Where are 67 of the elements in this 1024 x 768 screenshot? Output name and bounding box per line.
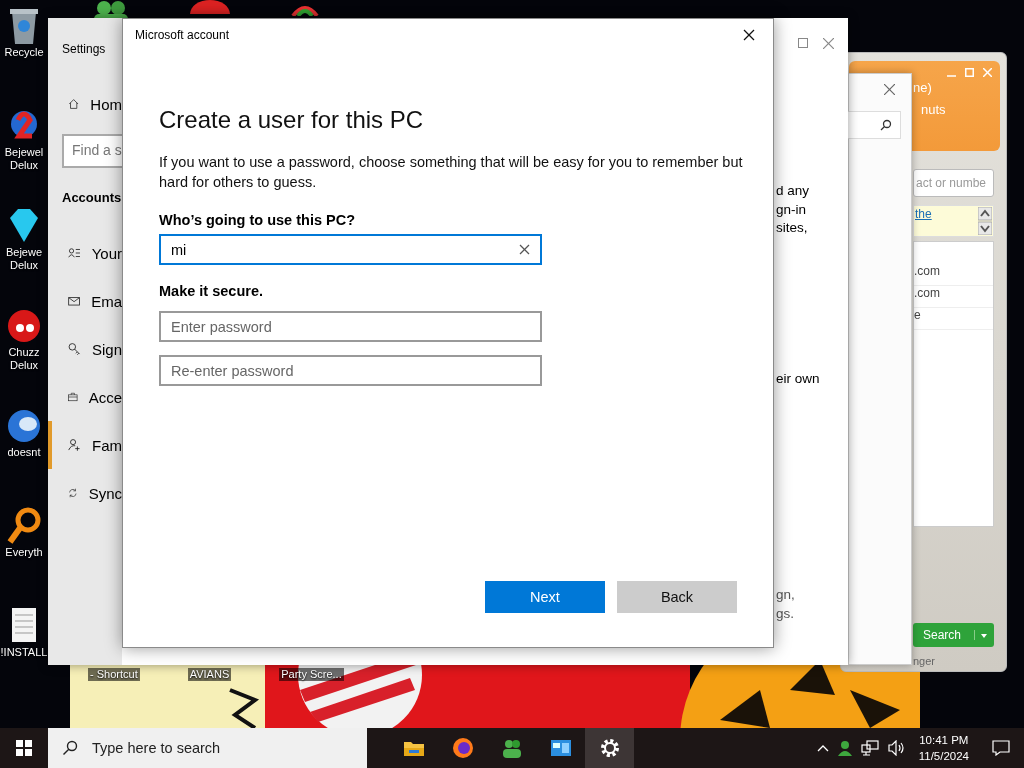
icon-label: Bejewe xyxy=(5,246,43,259)
body-text: gn, xyxy=(776,586,796,604)
field-label: Who’s going to use this PC? xyxy=(159,212,356,228)
body-text: gs. xyxy=(776,604,795,623)
windows-logo-icon[interactable] xyxy=(16,740,32,756)
next-button[interactable]: Next xyxy=(485,581,605,613)
nav-item[interactable]: Hom xyxy=(48,80,122,128)
nav-item[interactable]: Acce xyxy=(48,373,122,421)
dialog-heading: Create a user for this PC xyxy=(159,106,425,134)
nav-item[interactable]: Sign xyxy=(48,325,122,373)
section-heading: Accounts xyxy=(62,190,122,205)
firefox-icon xyxy=(451,737,474,759)
icon-label: Bejewel xyxy=(4,146,44,159)
icon-label: Delux xyxy=(9,359,39,372)
password-field[interactable]: Re-enter password xyxy=(159,355,542,386)
body-text: gn-in xyxy=(776,200,808,219)
icon-label: - Shortcut xyxy=(88,668,140,681)
icon-label: Delux xyxy=(9,259,39,272)
icon-label: Everyth xyxy=(5,546,43,559)
icon-label: Party Scre... xyxy=(279,668,344,681)
magnifier-icon[interactable] xyxy=(6,506,42,546)
person-add-icon xyxy=(68,436,81,454)
description-text: If you want to use a password, choose something that will be easy for you to remember but hard for others to guess. xyxy=(159,153,744,192)
contact-item[interactable]: .com xyxy=(914,286,993,308)
settings-icon xyxy=(598,737,621,759)
taskbar-search-field[interactable]: Type here to search xyxy=(48,728,367,768)
key-icon xyxy=(68,340,81,358)
password-field[interactable]: Enter password xyxy=(159,311,542,342)
back-button[interactable]: Back xyxy=(617,581,737,613)
icon-label: !INSTALL xyxy=(0,646,48,659)
body-text: d any xyxy=(776,182,811,200)
icon-label: AVIANS xyxy=(187,668,232,681)
caret-icon[interactable] xyxy=(974,630,990,640)
icon-label: Chuzz xyxy=(8,346,40,359)
name-field[interactable]: mi xyxy=(159,234,542,265)
nav-item[interactable]: Ema xyxy=(48,277,122,325)
maximize-icon[interactable] xyxy=(798,38,808,48)
window-title: Settings xyxy=(62,42,107,56)
clock[interactable]: 10:41 PM 11/5/2024 xyxy=(918,732,969,764)
search-icon xyxy=(62,740,78,756)
search-icon xyxy=(880,119,892,131)
nav-item[interactable]: Sync xyxy=(48,469,122,517)
notice-link[interactable]: the xyxy=(915,207,932,221)
field-label: Make it secure. xyxy=(159,283,264,299)
contact-item[interactable]: e xyxy=(914,308,993,330)
icon-label: doesnt xyxy=(7,446,41,459)
body-text: sites, xyxy=(776,219,809,237)
messenger-icon xyxy=(500,737,523,759)
clear-icon[interactable] xyxy=(519,244,530,255)
close-icon[interactable] xyxy=(743,29,755,41)
notification-icon[interactable] xyxy=(992,740,1010,756)
icon-label: Recycle xyxy=(4,46,44,59)
window-title: Microsoft account xyxy=(135,28,230,42)
scroll-arrows-icon[interactable] xyxy=(978,207,992,235)
icon-label: Delux xyxy=(9,159,39,172)
nav-item[interactable]: Your xyxy=(48,229,122,277)
body-text: eir own xyxy=(776,369,821,388)
network-icon[interactable] xyxy=(860,740,879,756)
search-field[interactable]: Find a s xyxy=(62,134,122,168)
contact-item[interactable]: .com xyxy=(914,264,993,286)
taskbar-app[interactable] xyxy=(585,728,634,768)
chevron-up-icon[interactable] xyxy=(816,744,829,752)
status-text: nger xyxy=(913,655,937,667)
volume-icon[interactable] xyxy=(887,740,906,756)
person-icon[interactable] xyxy=(837,740,852,756)
control-panel-icon xyxy=(549,737,572,759)
search-field[interactable] xyxy=(847,111,901,139)
